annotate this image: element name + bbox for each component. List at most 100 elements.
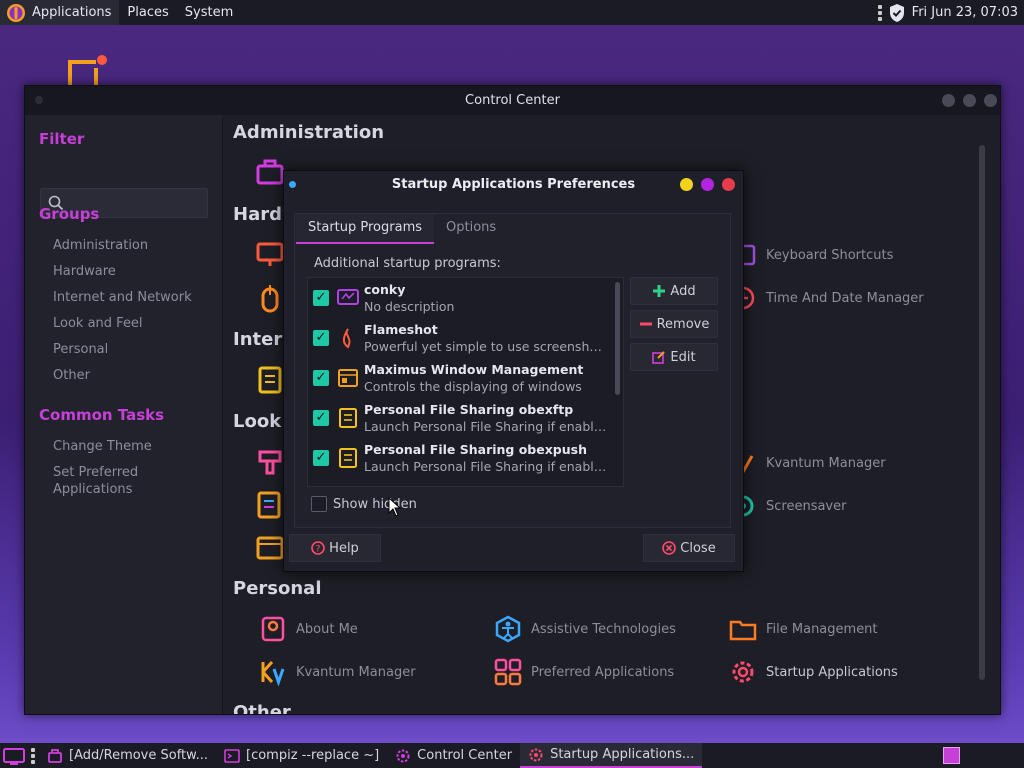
task-label: Control Center	[417, 748, 513, 763]
list-item[interactable]: ✓ conky No description	[308, 280, 608, 320]
content-scrollbar[interactable]	[979, 145, 985, 680]
enabled-checkbox[interactable]: ✓	[313, 450, 329, 466]
security-shield-icon[interactable]	[888, 3, 906, 23]
file-management-item[interactable]: File Management	[728, 614, 878, 644]
terminal-icon	[224, 748, 240, 763]
close-dialog-button[interactable]: Close	[643, 534, 735, 562]
window-manager-icon[interactable]	[255, 533, 285, 563]
edit-button[interactable]: Edit	[630, 343, 718, 371]
program-name: Personal File Sharing obexftp	[364, 402, 574, 417]
assistive-technologies-item[interactable]: Assistive Technologies	[493, 614, 676, 644]
about-me-label: About Me	[296, 621, 358, 637]
show-desktop-icon[interactable]	[3, 747, 25, 765]
edit-button-label: Edit	[670, 349, 696, 365]
help-button-label: Help	[329, 540, 359, 556]
keyboard-shortcuts-item[interactable]: Keyboard Shortcuts	[728, 240, 893, 270]
preferred-applications-label: Preferred Applications	[531, 664, 675, 680]
list-item[interactable]: ✓ Personal File Sharing obexftp Launch P…	[308, 400, 608, 440]
window-title: Control Center	[465, 93, 560, 108]
close-button[interactable]	[984, 94, 997, 107]
add-button[interactable]: Add	[630, 277, 718, 305]
time-date-item[interactable]: Time And Date Manager	[728, 283, 924, 313]
system-menu[interactable]: System	[177, 0, 241, 25]
control-center-sidebar: Filter Groups Administration Hardware In…	[25, 115, 223, 714]
theme-icon[interactable]	[255, 490, 285, 520]
task-startup-applications[interactable]: Startup Applications...	[520, 743, 703, 768]
control-center-gear-icon	[396, 749, 410, 762]
dialog-titlebar[interactable]: Startup Applications Preferences	[284, 171, 743, 198]
show-hidden-label: Show hidden	[333, 496, 417, 512]
group-hardware[interactable]: Hardware	[53, 264, 116, 279]
task-set-preferred-apps[interactable]: Set Preferred Applications	[53, 464, 138, 498]
task-change-theme[interactable]: Change Theme	[53, 439, 152, 454]
display-icon[interactable]	[255, 240, 285, 270]
group-look-and-feel[interactable]: Look and Feel	[53, 316, 143, 331]
window-menu-icon[interactable]	[35, 96, 43, 104]
edit-icon	[652, 351, 666, 364]
close-dialog-button-label: Close	[680, 540, 716, 556]
applications-menu[interactable]: Applications	[0, 0, 120, 25]
groups-heading: Groups	[39, 205, 100, 223]
group-administration[interactable]: Administration	[53, 238, 148, 253]
kvantum-manager-personal-label: Kvantum Manager	[296, 664, 416, 680]
tab-options[interactable]: Options	[434, 214, 508, 242]
show-hidden-box[interactable]	[311, 496, 327, 512]
list-item[interactable]: ✓ Maximus Window Management Controls the…	[308, 360, 608, 400]
group-internet-network[interactable]: Internet and Network	[53, 290, 192, 305]
dialog-title: Startup Applications Preferences	[391, 177, 636, 192]
task-add-remove-software[interactable]: [Add/Remove Softw...	[39, 743, 216, 768]
bottom-panel: [Add/Remove Softw... [compiz --replace ~…	[0, 743, 1024, 768]
task-label: [compiz --replace ~]	[246, 748, 380, 763]
file-management-label: File Management	[766, 621, 878, 637]
tab-startup-programs[interactable]: Startup Programs	[296, 214, 435, 244]
dialog-menu-icon[interactable]	[289, 181, 296, 188]
dialog-maximize-button[interactable]	[701, 178, 714, 191]
appearance-icon[interactable]	[255, 447, 285, 477]
assistive-technologies-label: Assistive Technologies	[531, 621, 676, 637]
startup-applications-item[interactable]: Startup Applications	[728, 657, 898, 687]
mouse-icon[interactable]	[255, 283, 285, 313]
gear-icon	[732, 661, 754, 683]
enabled-checkbox[interactable]: ✓	[313, 370, 329, 386]
task-compiz-terminal[interactable]: [compiz --replace ~]	[216, 743, 387, 768]
kvantum-manager-personal-item[interactable]: Kvantum Manager	[258, 657, 416, 687]
group-other[interactable]: Other	[53, 368, 90, 383]
screensaver-item[interactable]: Screensaver	[728, 491, 846, 521]
desktop-shortcut-icon[interactable]	[68, 54, 110, 88]
remove-button[interactable]: Remove	[630, 310, 718, 338]
screensaver-label: Screensaver	[766, 498, 847, 514]
startup-programs-list[interactable]: ✓ conky No description ✓ Flameshot Power…	[307, 277, 624, 487]
task-control-center[interactable]: Control Center	[387, 743, 520, 768]
dialog-minimize-button[interactable]	[680, 178, 693, 191]
dialog-close-button[interactable]	[722, 178, 735, 191]
program-description: Launch Personal File Sharing if enabled	[364, 459, 608, 474]
clock[interactable]: Fri Jun 23, 07:03	[912, 5, 1018, 20]
enabled-checkbox[interactable]: ✓	[313, 330, 329, 346]
list-item[interactable]: ✓ Personal File Sharing obexpush Launch …	[308, 440, 608, 480]
network-icon[interactable]	[255, 365, 285, 395]
kvantum-manager-look-item[interactable]: Kvantum Manager	[728, 448, 886, 478]
list-scrollbar[interactable]	[615, 282, 620, 395]
control-center-titlebar[interactable]: Control Center	[25, 86, 1000, 115]
kvantum-manager-look-label: Kvantum Manager	[766, 455, 886, 471]
grid-apps-icon	[494, 658, 522, 686]
about-me-item[interactable]: About Me	[258, 614, 358, 644]
preferred-applications-item[interactable]: Preferred Applications	[493, 657, 674, 687]
minimize-button[interactable]	[942, 94, 955, 107]
maximize-button[interactable]	[963, 94, 976, 107]
section-personal: Personal	[233, 578, 322, 599]
plus-icon	[653, 285, 666, 297]
places-menu[interactable]: Places	[119, 0, 176, 25]
workspace-switcher[interactable]	[943, 747, 960, 764]
help-button[interactable]: ? Help	[289, 534, 381, 562]
mouse-cursor-icon	[388, 497, 402, 517]
enabled-checkbox[interactable]: ✓	[313, 410, 329, 426]
software-icon[interactable]	[255, 156, 285, 186]
group-personal[interactable]: Personal	[53, 342, 108, 357]
task-label: Startup Applications...	[550, 747, 695, 762]
file-sharing-icon	[339, 448, 357, 468]
enabled-checkbox[interactable]: ✓	[313, 290, 329, 306]
list-item[interactable]: ✓ Flameshot Powerful yet simple to use s…	[308, 320, 608, 360]
remove-button-label: Remove	[656, 316, 710, 332]
file-sharing-icon	[339, 408, 357, 428]
